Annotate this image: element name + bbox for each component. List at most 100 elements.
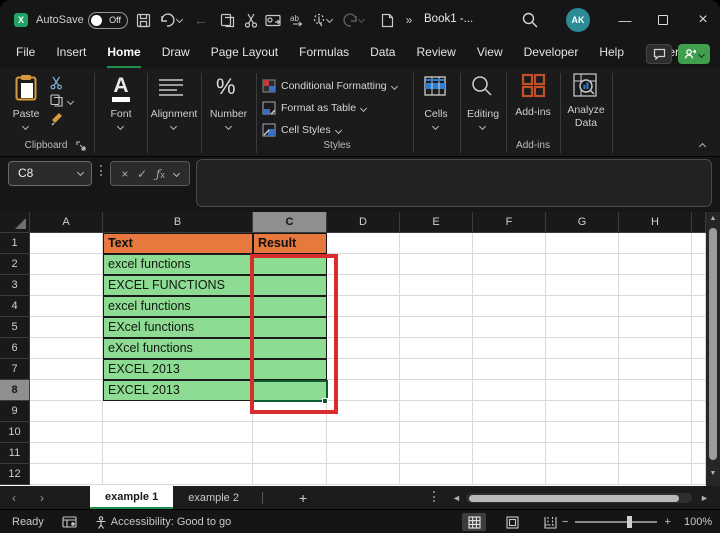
cell-A9[interactable] <box>30 401 103 422</box>
conditional-formatting-button[interactable]: Conditional Formatting <box>262 76 412 96</box>
fx-dropdown-icon[interactable] <box>173 170 180 177</box>
cell-H8[interactable] <box>619 380 692 401</box>
cell-A4[interactable] <box>30 296 103 317</box>
menu-tab-draw[interactable]: Draw <box>162 45 190 68</box>
cell-F1[interactable] <box>473 233 546 254</box>
cell-H7[interactable] <box>619 359 692 380</box>
close-button[interactable]: × <box>686 0 720 40</box>
column-header-C[interactable]: C <box>253 212 327 233</box>
analyze-data-icon[interactable] <box>573 73 597 97</box>
editing-icon[interactable] <box>471 75 493 97</box>
cell-x12[interactable] <box>692 464 706 485</box>
vertical-scrollbar-thumb[interactable] <box>709 228 717 460</box>
number-label[interactable]: Number <box>201 108 256 120</box>
cell-H11[interactable] <box>619 443 692 464</box>
paste-label[interactable]: Paste <box>6 108 46 120</box>
cell-C12[interactable] <box>253 464 327 485</box>
font-icon[interactable]: A <box>96 76 146 102</box>
cell-F2[interactable] <box>473 254 546 275</box>
cell-H5[interactable] <box>619 317 692 338</box>
format-painter-icon[interactable] <box>50 112 64 126</box>
copy-dropdown-icon[interactable] <box>67 98 74 105</box>
cell-x9[interactable] <box>692 401 706 422</box>
cell-F11[interactable] <box>473 443 546 464</box>
macro-record-icon[interactable] <box>62 516 77 528</box>
cell-styles-button[interactable]: Cell Styles <box>262 120 412 140</box>
cell-H2[interactable] <box>619 254 692 275</box>
zoom-in-icon[interactable]: + <box>664 516 670 528</box>
menu-tab-view[interactable]: View <box>477 45 503 68</box>
alignment-dropdown-icon[interactable] <box>170 123 177 130</box>
cell-H10[interactable] <box>619 422 692 443</box>
cell-A11[interactable] <box>30 443 103 464</box>
hscroll-right-icon[interactable]: ► <box>700 493 709 503</box>
column-header-H[interactable]: H <box>619 212 692 233</box>
cell-G11[interactable] <box>546 443 619 464</box>
paste-dropdown-icon[interactable] <box>22 123 29 130</box>
qat-overflow-icon[interactable]: » <box>400 11 418 29</box>
cell-x2[interactable] <box>692 254 706 275</box>
cell-F6[interactable] <box>473 338 546 359</box>
cell-x4[interactable] <box>692 296 706 317</box>
cell-G7[interactable] <box>546 359 619 380</box>
cell-F9[interactable] <box>473 401 546 422</box>
cell-H12[interactable] <box>619 464 692 485</box>
cell-B8[interactable]: EXCEL 2013 <box>103 380 253 401</box>
cell-B11[interactable] <box>103 443 253 464</box>
row-header-9[interactable]: 9 <box>0 401 30 422</box>
cell-x3[interactable] <box>692 275 706 296</box>
cell-E10[interactable] <box>400 422 473 443</box>
column-header-F[interactable]: F <box>473 212 546 233</box>
cell-A12[interactable] <box>30 464 103 485</box>
cell-B2[interactable]: excel functions <box>103 254 253 275</box>
menu-tab-insert[interactable]: Insert <box>56 45 86 68</box>
minimize-button[interactable]: — <box>608 0 642 40</box>
row-header-1[interactable]: 1 <box>0 233 30 254</box>
row-header-2[interactable]: 2 <box>0 254 30 275</box>
sheet-tab-example-2[interactable]: example 2 <box>173 486 254 509</box>
add-ins-icon[interactable] <box>521 73 546 98</box>
cell-x7[interactable] <box>692 359 706 380</box>
paste-icon[interactable] <box>14 74 38 102</box>
accessibility-status[interactable]: Accessibility: Good to go <box>95 516 231 529</box>
menu-tab-formulas[interactable]: Formulas <box>299 45 349 68</box>
cell-D1[interactable] <box>327 233 400 254</box>
save-icon[interactable] <box>134 11 152 29</box>
cell-G4[interactable] <box>546 296 619 317</box>
share-button[interactable] <box>678 44 710 64</box>
cell-B6[interactable]: eXcel functions <box>103 338 253 359</box>
cell-x8[interactable] <box>692 380 706 401</box>
cell-C1[interactable]: Result <box>253 233 327 254</box>
row-header-3[interactable]: 3 <box>0 275 30 296</box>
format-as-table-button[interactable]: Format as Table <box>262 98 412 118</box>
number-format-icon[interactable]: % <box>216 74 236 100</box>
cell-x1[interactable] <box>692 233 706 254</box>
select-all-corner[interactable] <box>0 212 30 233</box>
alignment-icon[interactable] <box>158 78 184 98</box>
menu-tab-data[interactable]: Data <box>370 45 395 68</box>
cell-G9[interactable] <box>546 401 619 422</box>
tabbar-dots-icon[interactable] <box>433 491 435 502</box>
cell-E7[interactable] <box>400 359 473 380</box>
add-sheet-button[interactable]: + <box>299 486 307 509</box>
row-header-5[interactable]: 5 <box>0 317 30 338</box>
cell-C11[interactable] <box>253 443 327 464</box>
redo-icon[interactable] <box>342 11 360 29</box>
translate-icon[interactable]: ab <box>288 11 306 29</box>
zoom-level[interactable]: 100% <box>684 516 712 528</box>
font-dropdown-icon[interactable] <box>117 123 124 130</box>
cell-B1[interactable]: Text <box>103 233 253 254</box>
row-header-10[interactable]: 10 <box>0 422 30 443</box>
cell-E4[interactable] <box>400 296 473 317</box>
undo-dropdown-icon[interactable] <box>176 16 183 23</box>
cell-H3[interactable] <box>619 275 692 296</box>
cell-E3[interactable] <box>400 275 473 296</box>
ribbon-copy-icon[interactable] <box>50 94 63 107</box>
cell-A1[interactable] <box>30 233 103 254</box>
page-layout-view-icon[interactable] <box>500 513 524 531</box>
number-dropdown-icon[interactable] <box>225 123 232 130</box>
cell-x11[interactable] <box>692 443 706 464</box>
copy-icon[interactable] <box>218 11 236 29</box>
cell-B10[interactable] <box>103 422 253 443</box>
cell-G1[interactable] <box>546 233 619 254</box>
